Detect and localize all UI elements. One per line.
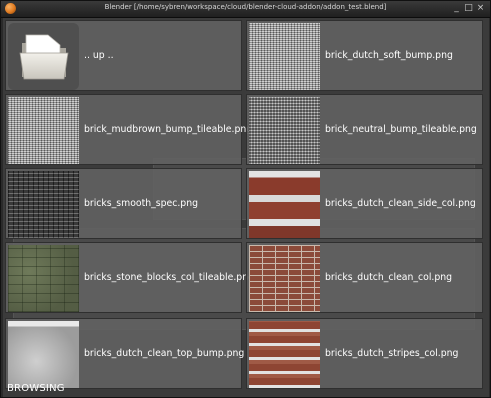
texture-thumbnail: [249, 321, 320, 388]
tile-label: .. up ..: [84, 50, 114, 61]
tile-up-folder[interactable]: .. up ..: [5, 20, 242, 91]
texture-thumbnail: [249, 23, 320, 90]
tile-label: bricks_stone_blocks_col_tileable.png: [84, 272, 255, 283]
tile-texture[interactable]: bricks_dutch_clean_side_col.png: [246, 168, 483, 239]
minimize-icon[interactable]: _: [451, 3, 462, 14]
texture-thumbnail: [249, 97, 320, 164]
tile-texture[interactable]: brick_mudbrown_bump_tileable.png: [5, 94, 252, 165]
tile-label: brick_neutral_bump_tileable.png: [325, 124, 477, 135]
tile-texture[interactable]: brick_dutch_soft_bump.png: [246, 20, 483, 91]
texture-thumbnail: [249, 171, 320, 238]
texture-thumbnail: [8, 97, 79, 164]
tile-label: bricks_dutch_clean_side_col.png: [325, 198, 476, 209]
tile-label: bricks_dutch_clean_col.png: [325, 272, 453, 283]
folder-icon: [8, 23, 79, 90]
tile-label: bricks_smooth_spec.png: [84, 198, 198, 209]
texture-thumbnail: [8, 245, 79, 312]
status-text: BROWSING: [7, 383, 65, 394]
texture-thumbnail: [249, 245, 320, 312]
tile-texture[interactable]: bricks_dutch_clean_top_bump.png: [5, 318, 245, 389]
window-titlebar[interactable]: Blender [/home/sybren/workspace/cloud/bl…: [1, 1, 490, 18]
blender-window: Blender [/home/sybren/workspace/cloud/bl…: [0, 0, 491, 398]
maximize-icon[interactable]: □: [463, 3, 474, 14]
tile-label: bricks_dutch_clean_top_bump.png: [84, 348, 245, 359]
tile-texture[interactable]: bricks_stone_blocks_col_tileable.png: [5, 242, 254, 313]
texture-thumbnail: [8, 171, 79, 238]
texture-browser-area: .. up .. brick_dutch_soft_bump.png brick…: [3, 18, 489, 397]
tile-label: bricks_dutch_stripes_col.png: [325, 348, 459, 359]
tile-label: brick_mudbrown_bump_tileable.png: [84, 124, 253, 135]
tile-texture[interactable]: bricks_dutch_stripes_col.png: [246, 318, 483, 389]
tile-texture[interactable]: bricks_smooth_spec.png: [5, 168, 242, 239]
tile-texture[interactable]: bricks_dutch_clean_col.png: [246, 242, 483, 313]
close-icon[interactable]: ×: [475, 3, 486, 14]
tile-texture[interactable]: brick_neutral_bump_tileable.png: [246, 94, 483, 165]
texture-thumbnail: [8, 321, 79, 388]
tile-label: brick_dutch_soft_bump.png: [325, 50, 453, 61]
window-title: Blender [/home/sybren/workspace/cloud/bl…: [104, 3, 387, 11]
